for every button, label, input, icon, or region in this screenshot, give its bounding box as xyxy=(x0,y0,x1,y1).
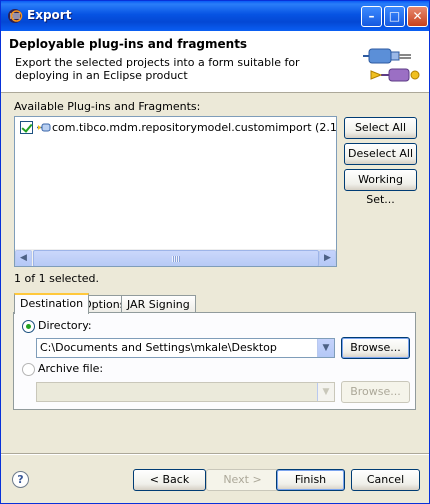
browse-archive-button[interactable]: Browse... xyxy=(341,381,410,403)
selection-status: 1 of 1 selected. xyxy=(14,272,100,285)
grip-icon xyxy=(172,256,180,262)
directory-combo[interactable]: C:\Documents and Settings\mkale\Desktop … xyxy=(36,338,335,358)
scroll-thumb[interactable] xyxy=(33,250,319,266)
close-icon[interactable]: ✕ xyxy=(407,6,428,27)
available-plugins-label: Available Plug-ins and Fragments: xyxy=(14,100,200,113)
wizard-title: Deployable plug-ins and fragments xyxy=(9,37,248,51)
chevron-down-icon[interactable]: ▼ xyxy=(317,383,334,401)
directory-label: Directory: xyxy=(38,319,92,332)
browse-directory-button[interactable]: Browse... xyxy=(341,337,410,359)
destination-panel: Directory: C:\Documents and Settings\mka… xyxy=(13,312,416,410)
minimize-icon[interactable]: – xyxy=(361,6,382,27)
next-button[interactable]: Next > xyxy=(206,469,279,491)
scroll-left-icon[interactable]: ◀ xyxy=(15,250,32,266)
window-title: Export xyxy=(27,8,72,22)
item-checkbox[interactable] xyxy=(20,121,33,134)
footer-separator xyxy=(1,453,429,455)
archive-file-radio[interactable] xyxy=(22,363,35,376)
archive-file-combo[interactable]: ▼ xyxy=(36,382,335,402)
deselect-all-button[interactable]: Deselect All xyxy=(344,143,417,165)
horizontal-scrollbar[interactable]: ◀ ▶ xyxy=(15,249,336,266)
archive-file-label: Archive file: xyxy=(38,362,104,375)
title-bar[interactable]: Export – □ ✕ xyxy=(1,1,429,31)
export-dialog: Export – □ ✕ Deployable plug-ins and fra… xyxy=(0,0,430,504)
plugins-list[interactable]: com.tibco.mdm.repositorymodel.customimpo… xyxy=(14,116,337,267)
export-plugins-icon xyxy=(363,48,420,82)
select-all-button[interactable]: Select All xyxy=(344,117,417,139)
help-icon[interactable]: ? xyxy=(12,471,29,488)
back-button[interactable]: < Back xyxy=(133,469,206,491)
chevron-down-icon[interactable]: ▼ xyxy=(317,339,334,357)
tab-jar-signing[interactable]: JAR Signing xyxy=(121,295,196,313)
cancel-button[interactable]: Cancel xyxy=(351,469,420,491)
directory-radio[interactable] xyxy=(22,320,35,333)
plugin-icon xyxy=(37,123,51,132)
tab-destination[interactable]: Destination xyxy=(14,293,90,314)
directory-value: C:\Documents and Settings\mkale\Desktop xyxy=(40,341,277,354)
available-plugins-label-text: Available Plug-ins and Fragments: xyxy=(14,100,201,113)
working-set-button[interactable]: Working Set... xyxy=(344,169,417,206)
wizard-banner: Deployable plug-ins and fragments Export… xyxy=(1,31,429,93)
maximize-icon[interactable]: □ xyxy=(384,6,405,27)
finish-button[interactable]: Finish xyxy=(276,469,345,491)
eclipse-icon xyxy=(8,9,23,23)
scroll-right-icon[interactable]: ▶ xyxy=(319,250,336,266)
wizard-description: Export the selected projects into a form… xyxy=(15,56,300,82)
list-item-label: com.tibco.mdm.repositorymodel.customimpo… xyxy=(52,121,337,134)
